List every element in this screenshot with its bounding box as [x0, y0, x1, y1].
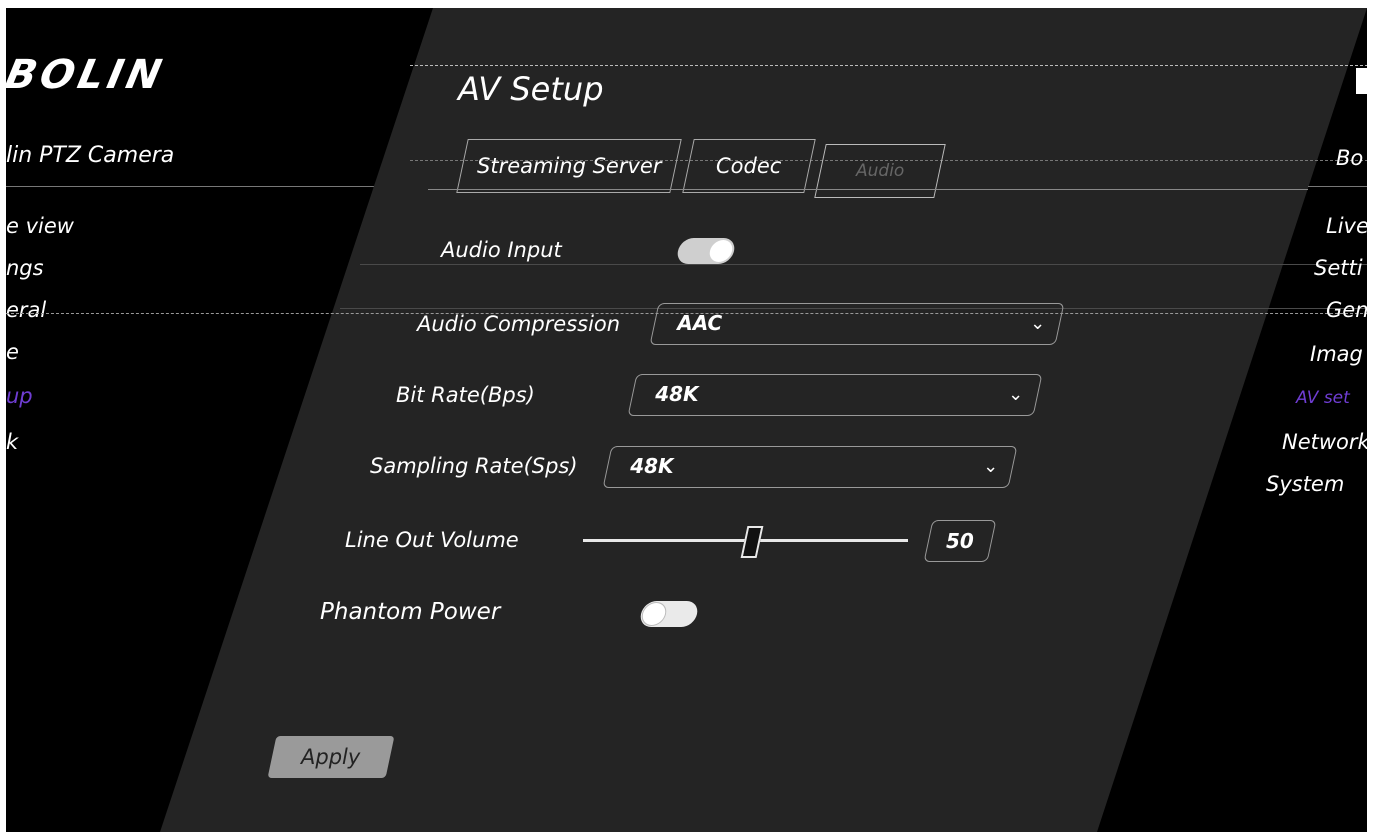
nav-item-settings[interactable]: ngs	[6, 256, 44, 280]
av-setup-screen: BOLIN lin PTZ Camera e view ngs eral e u…	[0, 0, 1379, 832]
nav-item-live-view[interactable]: e view	[6, 214, 74, 238]
bit-rate-label: Bit Rate(Bps)	[396, 383, 535, 407]
right-nav-general[interactable]: Gen	[1326, 298, 1369, 322]
tab-label: Streaming Server	[476, 154, 662, 178]
right-nav-image[interactable]: Imag	[1310, 342, 1363, 366]
bolin-logo: BOLIN	[1, 52, 170, 98]
left-edge	[0, 0, 6, 832]
right-nav-settings[interactable]: Setti	[1314, 256, 1363, 280]
top-edge	[0, 0, 1379, 8]
select-value: 48K	[655, 382, 699, 406]
nav-item-av-setup[interactable]: up	[6, 384, 33, 408]
toggle-knob	[640, 603, 668, 625]
bit-rate-select[interactable]: 48K ⌄	[627, 374, 1043, 416]
nav-item-network[interactable]: k	[6, 430, 18, 454]
phantom-power-toggle[interactable]	[638, 601, 700, 627]
main-panel	[160, 8, 1367, 832]
apply-button[interactable]: Apply	[267, 736, 395, 778]
line-out-volume-label: Line Out Volume	[345, 528, 519, 552]
header-line	[410, 65, 1368, 66]
device-name: lin PTZ Camera	[6, 143, 175, 168]
phantom-power-label: Phantom Power	[320, 599, 501, 625]
volume-value-box[interactable]: 50	[923, 520, 997, 562]
sampling-rate-select[interactable]: 48K ⌄	[602, 446, 1018, 488]
audio-input-label: Audio Input	[441, 238, 562, 262]
tab-codec[interactable]: Codec	[682, 139, 816, 193]
row-divider	[360, 264, 1370, 265]
tab-label: Audio	[855, 161, 905, 181]
right-nav-live[interactable]: Live	[1326, 214, 1369, 238]
chevron-down-icon: ⌄	[983, 456, 999, 477]
right-edge	[1367, 0, 1379, 832]
volume-value: 50	[946, 529, 974, 553]
right-nav-av-setup[interactable]: AV set	[1296, 388, 1350, 408]
nav-item-general[interactable]: eral	[6, 298, 46, 322]
select-value: 48K	[630, 454, 674, 478]
right-nav-system[interactable]: System	[1266, 472, 1344, 496]
nav-item-image[interactable]: e	[6, 340, 19, 364]
chevron-down-icon: ⌄	[1008, 384, 1024, 405]
tab-label: Codec	[716, 154, 782, 178]
audio-compression-label: Audio Compression	[417, 312, 621, 336]
tab-streaming-server[interactable]: Streaming Server	[456, 139, 682, 193]
select-value: AAC	[677, 311, 723, 335]
apply-button-label: Apply	[301, 745, 361, 769]
sidebar-divider	[6, 186, 406, 187]
tab-baseline	[428, 189, 1308, 190]
page-title: AV Setup	[458, 70, 604, 108]
right-nav-network[interactable]: Network	[1282, 430, 1370, 454]
audio-compression-select[interactable]: AAC ⌄	[649, 303, 1065, 345]
chevron-down-icon: ⌄	[1030, 313, 1046, 334]
audio-input-toggle[interactable]	[675, 238, 737, 264]
right-divider	[1308, 186, 1368, 187]
right-device-name: Bo	[1336, 146, 1364, 170]
sampling-rate-label: Sampling Rate(Sps)	[370, 454, 578, 478]
